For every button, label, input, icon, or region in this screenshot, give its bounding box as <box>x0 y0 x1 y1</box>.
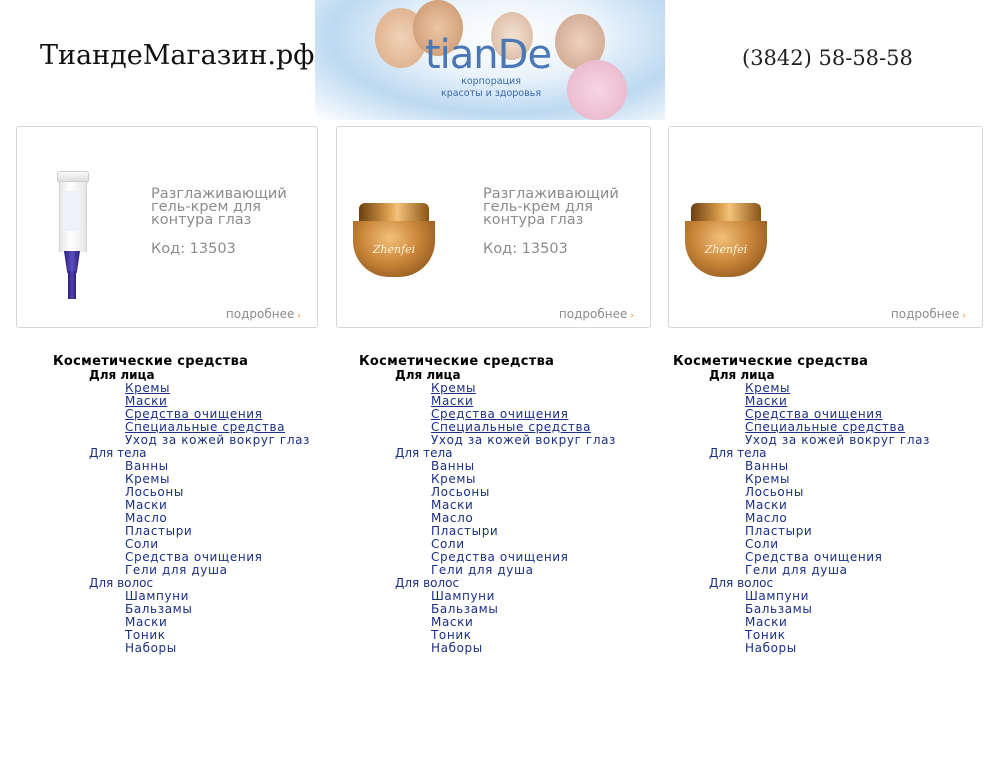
menu-title: Косметические средства <box>673 354 869 369</box>
product-card[interactable]: Zhenfei Разглаживающий гель-крем для кон… <box>336 126 651 328</box>
jar-icon[interactable]: Zhenfei <box>349 191 439 287</box>
menu-link[interactable]: Наборы <box>431 642 616 655</box>
product-name[interactable]: Разглаживающий гель-крем для контура гла… <box>151 187 301 228</box>
category-face[interactable]: Для лица <box>709 369 930 382</box>
logo-subtitle: корпорация красоты и здоровья <box>439 76 543 100</box>
tube-icon[interactable] <box>55 171 89 301</box>
category-face[interactable]: Для лица <box>89 369 310 382</box>
header: ТиандеМагазин.рф tianDe корпорация красо… <box>0 0 1000 120</box>
menu-title: Косметические средства <box>53 354 249 369</box>
arrow-right-icon: › <box>962 311 966 321</box>
category-face[interactable]: Для лица <box>395 369 616 382</box>
logo-subtitle-line: корпорация <box>461 76 521 87</box>
menu-link[interactable]: Уход за кожей вокруг глаз <box>431 433 616 447</box>
product-card[interactable]: Zhenfei подробнее › <box>668 126 983 328</box>
menu-link[interactable]: Наборы <box>745 642 930 655</box>
category-hair[interactable]: Для волос <box>89 577 310 590</box>
more-link[interactable]: подробнее › <box>891 307 966 321</box>
menu-title: Косметические средства <box>359 354 555 369</box>
product-code: Код: 13503 <box>151 241 236 257</box>
product-code: Код: 13503 <box>483 241 568 257</box>
category-hair[interactable]: Для волос <box>709 577 930 590</box>
category-hair[interactable]: Для волос <box>395 577 616 590</box>
more-link-label: подробнее <box>890 307 960 321</box>
category-menu: Косметические средства Для лица Кремы Ма… <box>359 354 616 655</box>
category-body[interactable]: Для тела <box>709 447 930 460</box>
menu-link[interactable]: Уход за кожей вокруг глаз <box>745 433 930 447</box>
site-title[interactable]: ТиандеМагазин.рф <box>40 40 314 71</box>
menu-link[interactable]: Наборы <box>125 642 310 655</box>
category-body[interactable]: Для тела <box>89 447 310 460</box>
banner: tianDe корпорация красоты и здоровья <box>315 0 665 120</box>
logo[interactable]: tianDe <box>425 32 552 78</box>
jar-icon[interactable]: Zhenfei <box>681 191 771 287</box>
phone-number: (3842) 58-58-58 <box>742 46 913 70</box>
category-menu: Косметические средства Для лица Кремы Ма… <box>53 354 310 655</box>
jar-brand-label: Zhenfei <box>372 243 416 256</box>
more-link[interactable]: подробнее › <box>559 307 634 321</box>
product-name[interactable]: Разглаживающий гель-крем для контура гла… <box>483 187 633 228</box>
product-card[interactable]: Разглаживающий гель-крем для контура гла… <box>16 126 318 328</box>
category-menu: Косметические средства Для лица Кремы Ма… <box>673 354 930 655</box>
arrow-right-icon: › <box>297 311 301 321</box>
menu-link[interactable]: Уход за кожей вокруг глаз <box>125 433 310 447</box>
arrow-right-icon: › <box>630 311 634 321</box>
product-name-line: контура глаз <box>151 212 252 228</box>
more-link[interactable]: подробнее › <box>226 307 301 321</box>
logo-subtitle-line: красоты и здоровья <box>440 88 542 99</box>
more-link-label: подробнее <box>558 307 628 321</box>
category-body[interactable]: Для тела <box>395 447 616 460</box>
product-name-line: контура глаз <box>483 212 584 228</box>
more-link-label: подробнее <box>225 307 295 321</box>
jar-brand-label: Zhenfei <box>704 243 748 256</box>
person-photo <box>567 60 627 120</box>
